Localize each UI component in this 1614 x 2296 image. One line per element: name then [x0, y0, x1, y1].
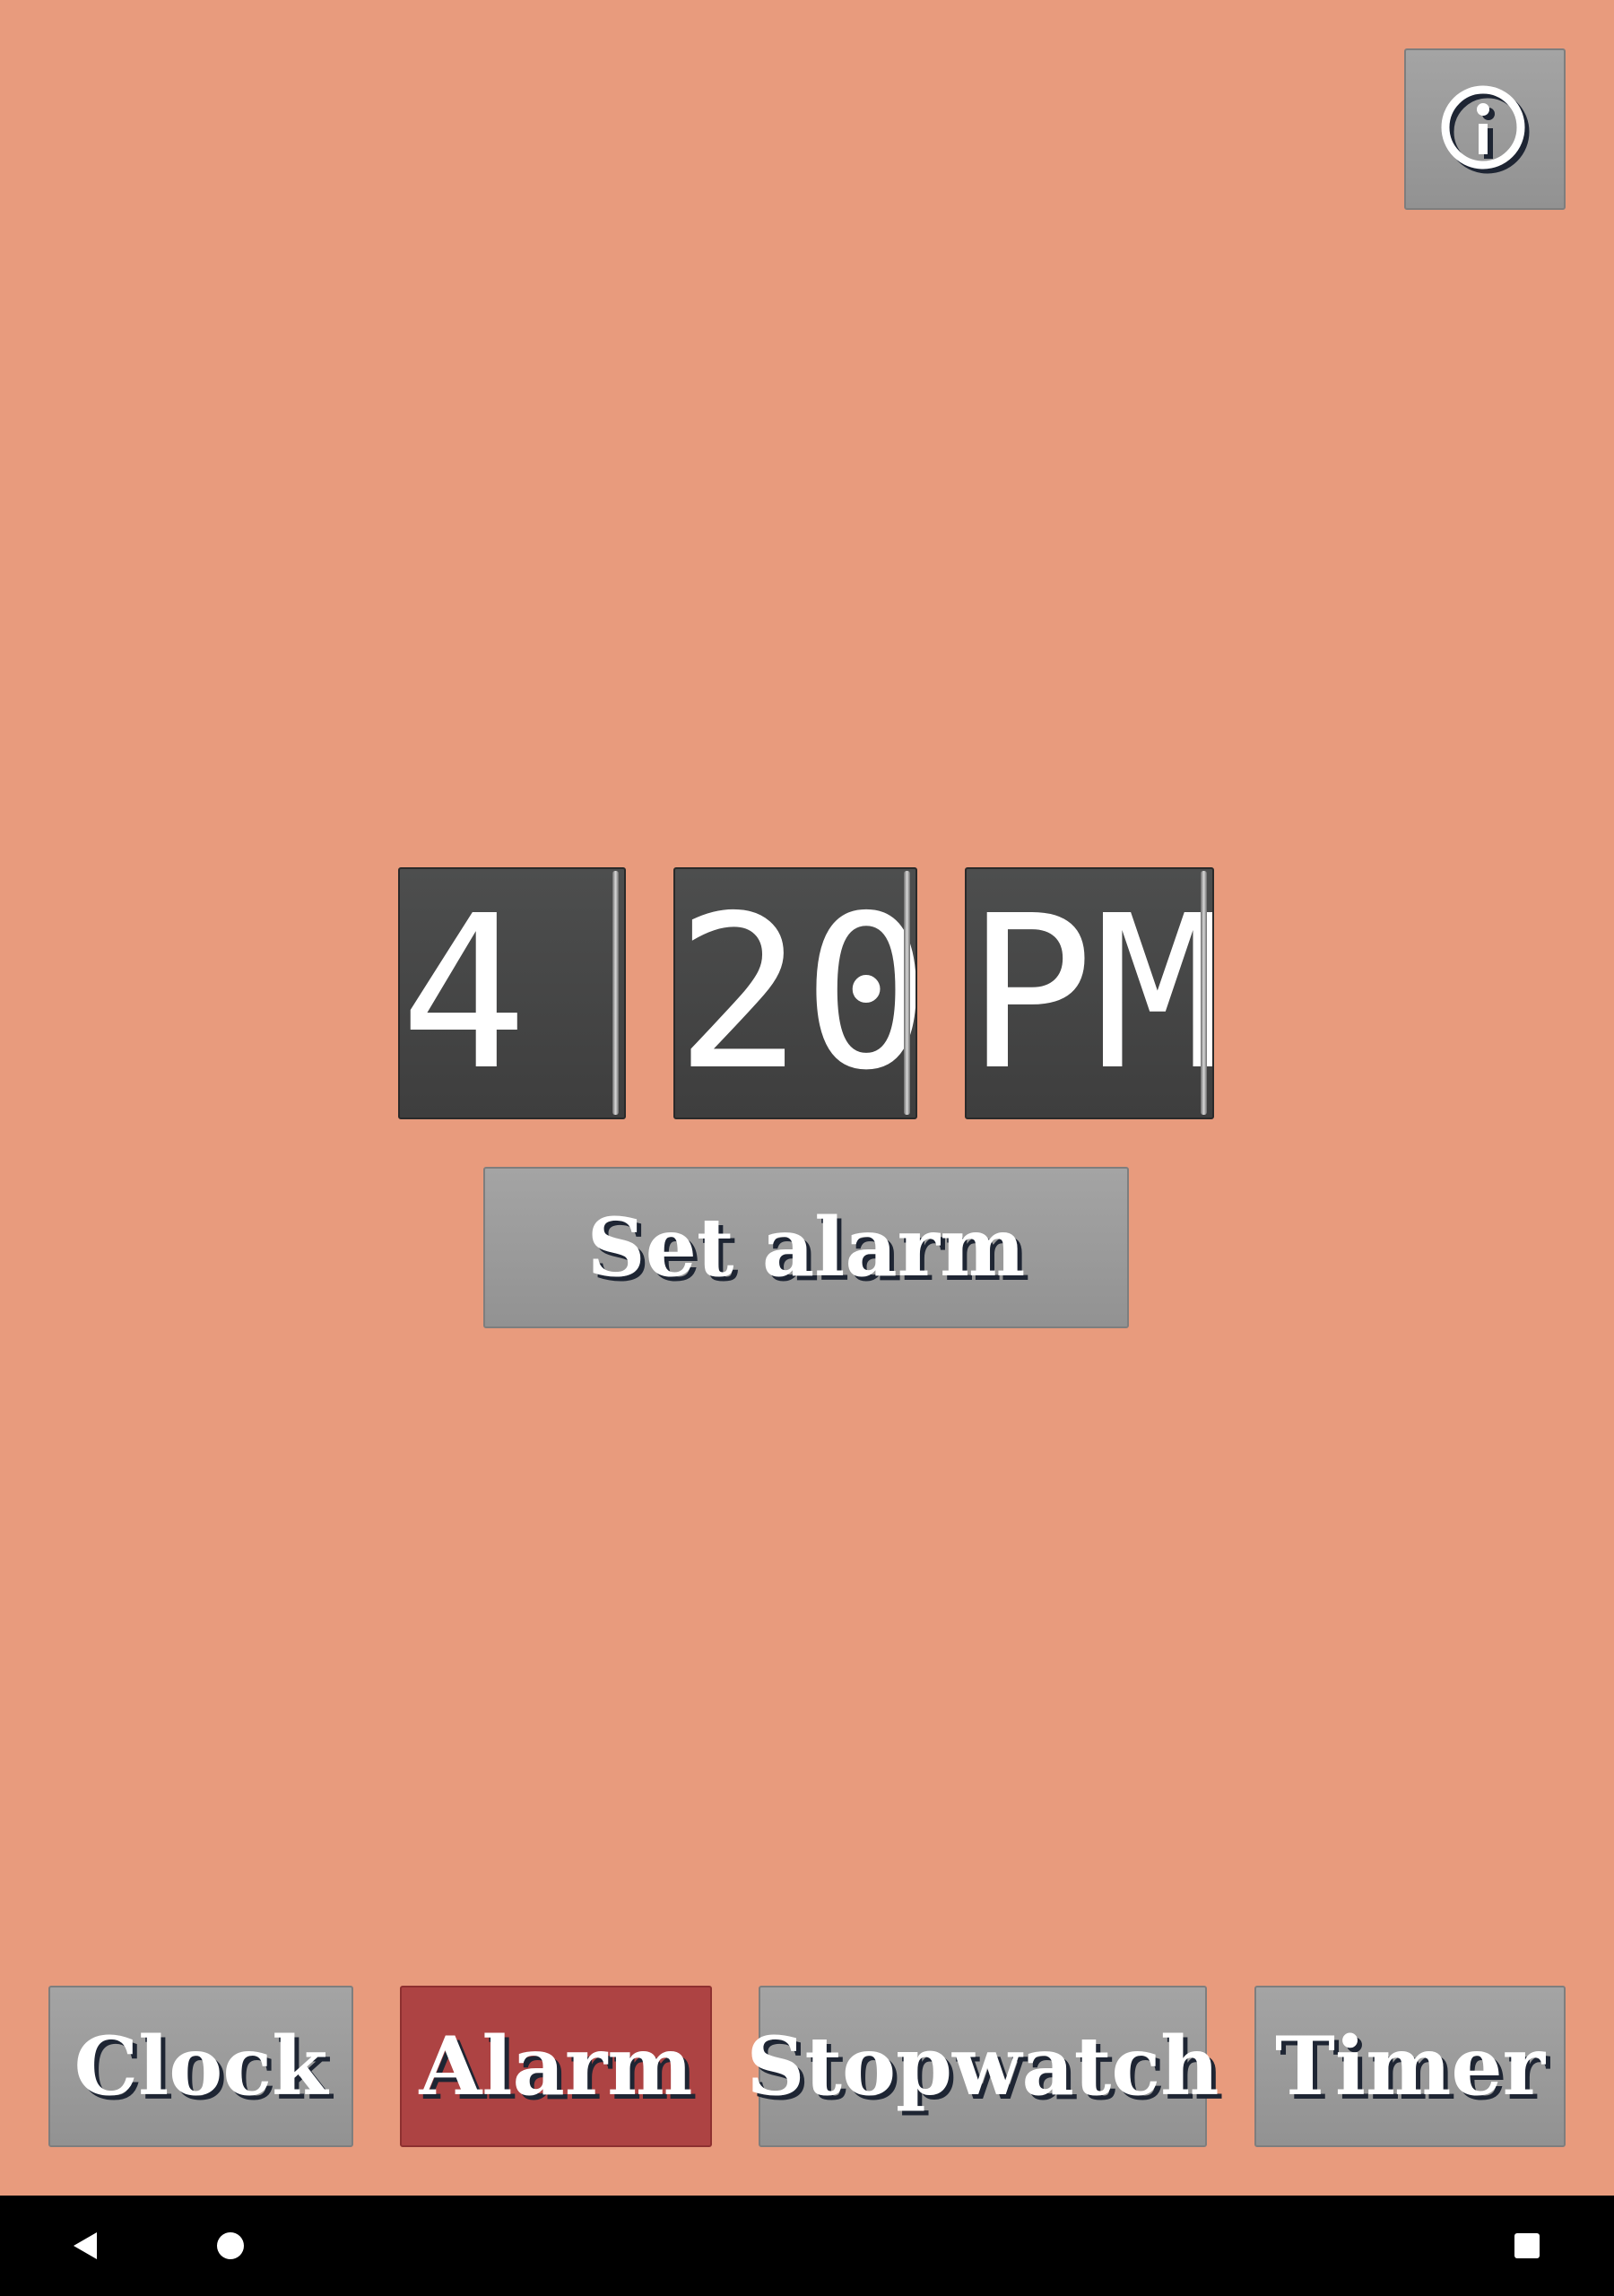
- home-circle-icon[interactable]: [215, 2231, 246, 2261]
- info-circle-icon: [1441, 85, 1530, 174]
- tab-timer[interactable]: Timer: [1254, 1986, 1566, 2147]
- ampm-flip-card[interactable]: PM: [965, 867, 1214, 1119]
- hour-flip-card[interactable]: 4: [398, 867, 626, 1119]
- tab-stopwatch[interactable]: Stopwatch: [746, 1986, 1219, 2147]
- flip-card-edge: [1201, 871, 1207, 1115]
- minute-flip-card[interactable]: 20: [673, 867, 917, 1119]
- ampm-value: PM: [967, 870, 1214, 1117]
- tab-alarm[interactable]: Alarm: [400, 1986, 712, 2147]
- back-triangle-icon[interactable]: [70, 2231, 100, 2261]
- flip-card-edge: [612, 871, 619, 1115]
- app-screen: 4 20 PM Set alarm Clock Alarm Stopwatch …: [0, 0, 1614, 2196]
- hour-value: 4: [400, 870, 528, 1117]
- tab-clock[interactable]: Clock: [48, 1986, 353, 2147]
- set-alarm-button[interactable]: Set alarm: [483, 1167, 1129, 1328]
- info-button[interactable]: [1404, 48, 1566, 210]
- minute-value: 20: [675, 870, 917, 1117]
- recents-square-icon[interactable]: [1514, 2232, 1540, 2259]
- flip-card-edge: [904, 871, 910, 1115]
